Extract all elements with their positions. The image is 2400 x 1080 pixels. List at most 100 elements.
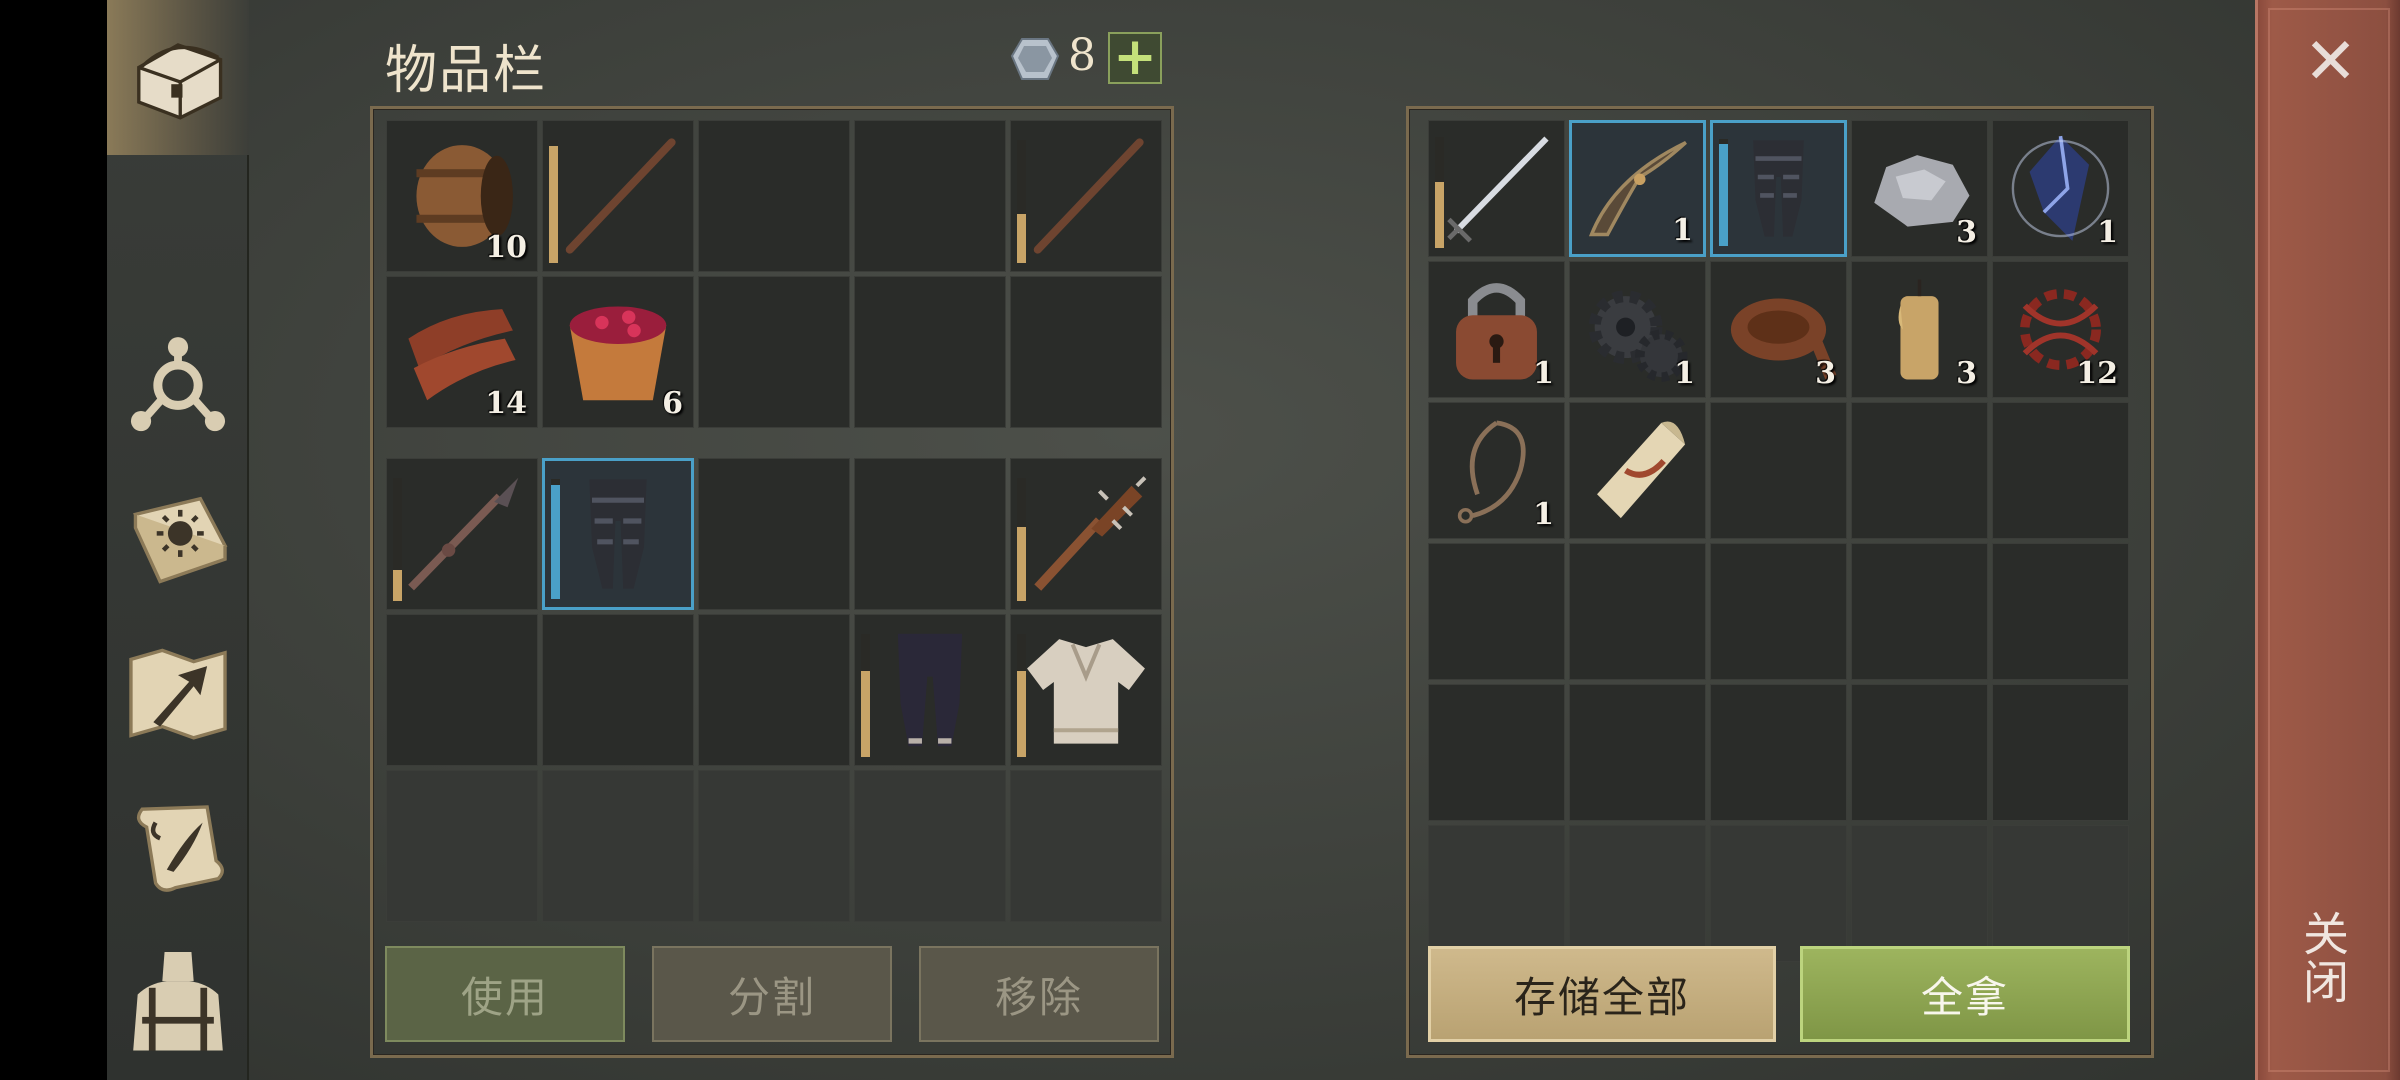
- chest-slot-padlock[interactable]: 1: [1428, 261, 1565, 398]
- chest-slot-sword[interactable]: [1428, 120, 1565, 257]
- chest-slot-empty[interactable]: [1851, 684, 1988, 821]
- inventory-slot-empty[interactable]: [854, 276, 1006, 428]
- chest-slot-empty[interactable]: [1569, 684, 1706, 821]
- chest-slot-candle[interactable]: 3: [1851, 261, 1988, 398]
- spear-icon: [408, 477, 519, 591]
- remove-button[interactable]: 移除: [919, 946, 1159, 1042]
- chest-slot-empty[interactable]: [1710, 402, 1847, 539]
- inventory-slot-stick[interactable]: [542, 120, 694, 272]
- item-quantity: 3: [1956, 215, 1977, 250]
- chest-slot-empty[interactable]: [1851, 402, 1988, 539]
- inventory-slot-empty[interactable]: [854, 120, 1006, 272]
- journal-tab[interactable]: [117, 478, 239, 600]
- chest-grid: 1 3 1 1 1 3 3 12 1: [1428, 120, 2129, 962]
- chest-slot-empty[interactable]: [1851, 543, 1988, 680]
- spiked-club-icon: [1034, 476, 1147, 591]
- cloth-shirt-icon: [1027, 639, 1145, 744]
- chest-slot-empty[interactable]: [1851, 825, 1988, 962]
- chest-icon: [137, 43, 223, 120]
- stick-icon: [1033, 138, 1144, 254]
- chest-slot-red-thread[interactable]: 12: [1992, 261, 2129, 398]
- close-label: 关闭: [2296, 910, 2350, 1006]
- inventory-grid-main: [386, 458, 1162, 922]
- item-quantity: 1: [1672, 213, 1693, 248]
- inventory-slot-cloth-pants[interactable]: [854, 614, 1006, 766]
- item-quantity: 12: [2076, 356, 2118, 391]
- inventory-slot-stick[interactable]: [1010, 120, 1162, 272]
- sidebar: [107, 0, 249, 1080]
- inventory-slot-spear[interactable]: [386, 458, 538, 610]
- inventory-slot-empty[interactable]: [698, 276, 850, 428]
- stick-icon: [565, 138, 676, 254]
- chest-slot-empty[interactable]: [1992, 543, 2129, 680]
- inventory-slot-empty[interactable]: [698, 770, 850, 922]
- inventory-slot-barrel[interactable]: 10: [386, 120, 538, 272]
- inventory-slot-empty[interactable]: [542, 614, 694, 766]
- close-panel[interactable]: ✕ 关闭: [2255, 0, 2400, 1080]
- chest-slot-empty[interactable]: [1428, 825, 1565, 962]
- inventory-slot-empty[interactable]: [698, 120, 850, 272]
- chest-slot-empty[interactable]: [1992, 402, 2129, 539]
- gem-count: 8: [1068, 30, 1096, 81]
- skill-tree-icon: [130, 337, 226, 432]
- map-tab[interactable]: [117, 632, 239, 754]
- chest-slot-bow-frame[interactable]: 1: [1569, 120, 1706, 257]
- inventory-slot-empty[interactable]: [1010, 770, 1162, 922]
- add-gems-button[interactable]: +: [1108, 31, 1162, 84]
- chest-slot-empty[interactable]: [1428, 543, 1565, 680]
- paper-scroll-icon: [1597, 421, 1686, 519]
- skills-tab[interactable]: [117, 322, 239, 444]
- take-all-button[interactable]: 全拿: [1800, 946, 2130, 1042]
- inventory-slot-empty[interactable]: [386, 614, 538, 766]
- chest-slot-empty[interactable]: [1710, 825, 1847, 962]
- chest-slot-empty[interactable]: [1710, 543, 1847, 680]
- chest-slot-empty[interactable]: [1569, 543, 1706, 680]
- cloth-pants-icon: [897, 633, 963, 747]
- use-button[interactable]: 使用: [385, 946, 625, 1042]
- chest-slot-leather[interactable]: 3: [1710, 261, 1847, 398]
- gem-icon: [1010, 38, 1060, 80]
- chest-slot-empty[interactable]: [1992, 825, 2129, 962]
- chest-slot-rope[interactable]: 1: [1428, 402, 1565, 539]
- inventory-slot-empty[interactable]: [854, 770, 1006, 922]
- item-quantity: 1: [2097, 215, 2118, 250]
- inventory-slot-empty[interactable]: [542, 770, 694, 922]
- item-quantity: 14: [485, 386, 527, 421]
- sword-icon: [1447, 136, 1549, 243]
- split-button[interactable]: 分割: [652, 946, 892, 1042]
- chest-slot-paper-scroll[interactable]: [1569, 402, 1706, 539]
- inventory-slot-empty[interactable]: [854, 458, 1006, 610]
- character-tab[interactable]: [117, 938, 239, 1060]
- chest-slot-empty[interactable]: [1992, 684, 2129, 821]
- scroll-quill-icon: [136, 805, 224, 892]
- inventory-slot-berry-bowl[interactable]: 6: [542, 276, 694, 428]
- item-quantity: 3: [1815, 356, 1836, 391]
- chest-slot-empty[interactable]: [1569, 825, 1706, 962]
- item-quantity: 1: [1533, 497, 1554, 532]
- store-all-button[interactable]: 存储全部: [1428, 946, 1776, 1042]
- chest-slot-empty[interactable]: [1710, 684, 1847, 821]
- inventory-slot-bark-planks[interactable]: 14: [386, 276, 538, 428]
- inventory-title: 物品栏: [385, 41, 548, 101]
- inventory-slot-empty[interactable]: [698, 614, 850, 766]
- inventory-slot-empty[interactable]: [698, 458, 850, 610]
- close-icon[interactable]: ✕: [2298, 30, 2363, 95]
- item-quantity: 1: [1674, 356, 1695, 391]
- chest-slot-stone[interactable]: 3: [1851, 120, 1988, 257]
- chest-slot-armored-pants[interactable]: [1710, 120, 1847, 257]
- inventory-slot-armored-pants[interactable]: [542, 458, 694, 610]
- sun-book-icon: [133, 496, 228, 584]
- inventory-slot-spiked-club[interactable]: [1010, 458, 1162, 610]
- chest-tab[interactable]: [117, 12, 239, 134]
- chest-slot-crystal[interactable]: 1: [1992, 120, 2129, 257]
- item-quantity: 6: [662, 386, 683, 421]
- armored-pants-icon: [1753, 140, 1804, 237]
- inventory-slot-cloth-shirt[interactable]: [1010, 614, 1162, 766]
- inventory-slot-empty[interactable]: [1010, 276, 1162, 428]
- item-quantity: 1: [1533, 356, 1554, 391]
- chest-slot-empty[interactable]: [1428, 684, 1565, 821]
- quests-tab[interactable]: [117, 784, 239, 906]
- chest-slot-gears[interactable]: 1: [1569, 261, 1706, 398]
- inventory-slot-empty[interactable]: [386, 770, 538, 922]
- item-quantity: 3: [1956, 356, 1977, 391]
